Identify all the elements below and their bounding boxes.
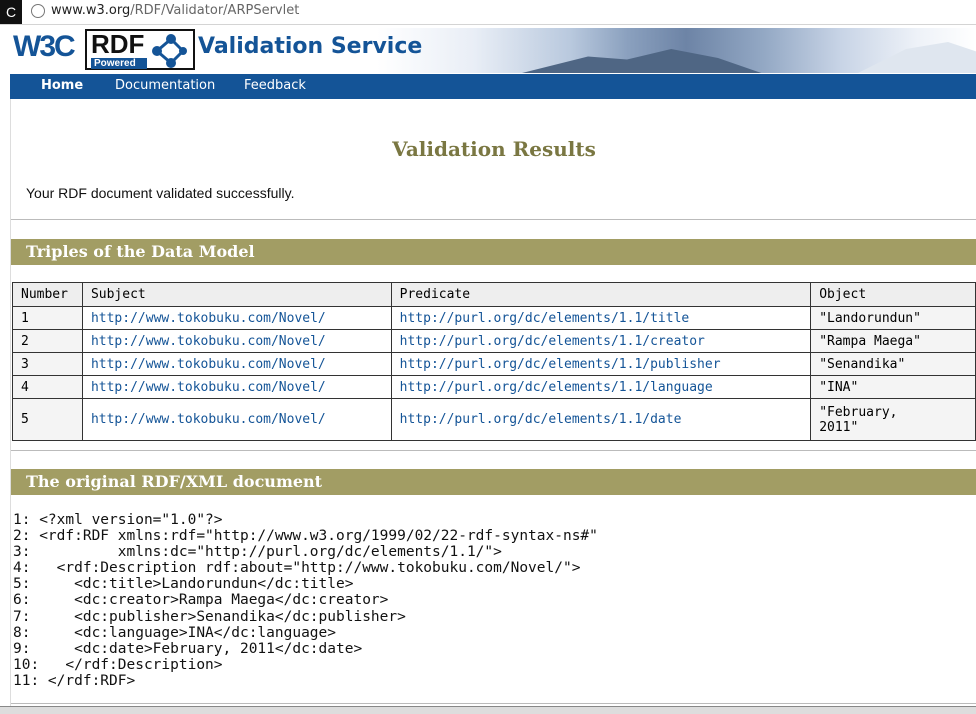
source-line: 3: xmlns:dc="http://purl.org/dc/elements… [13, 544, 502, 561]
mountain-graphic [510, 49, 770, 73]
globe-icon [31, 4, 45, 18]
cell-object: "February, 2011" [810, 398, 976, 441]
divider [11, 703, 976, 704]
source-line: 6: <dc:creator>Rampa Maega</dc:creator> [13, 592, 389, 609]
table-row: 2 http://www.tokobuku.com/Novel/ http://… [12, 329, 976, 353]
source-line: 7: <dc:publisher>Senandika</dc:publisher… [13, 608, 406, 625]
table-header-row: Number Subject Predicate Object [12, 282, 976, 307]
cell-number: 2 [12, 329, 83, 353]
cell-number: 5 [12, 398, 83, 441]
cell-subject-link[interactable]: http://www.tokobuku.com/Novel/ [81, 306, 392, 330]
divider [11, 450, 976, 451]
source-line: 1: <?xml version="1.0"?> [13, 512, 223, 528]
source-line: 2: <rdf:RDF xmlns:rdf="http://www.w3.org… [13, 528, 598, 545]
nav-feedback[interactable]: Feedback [244, 78, 306, 93]
cell-subject-link[interactable]: http://www.tokobuku.com/Novel/ [81, 352, 392, 376]
header-banner: W3C RDF Powered Validation Service [10, 28, 976, 73]
triples-heading: Triples of the Data Model [26, 242, 255, 261]
cell-object: "INA" [810, 375, 976, 399]
nav-home[interactable]: Home [41, 78, 83, 93]
cell-subject-link[interactable]: http://www.tokobuku.com/Novel/ [81, 329, 392, 353]
rdf-logo-text: RDF [91, 29, 145, 59]
cell-object: "Landorundun" [810, 306, 976, 330]
source-line: 8: <dc:language>INA</dc:language> [13, 624, 337, 641]
header-subject: Subject [81, 282, 392, 307]
rdf-graph-icon [152, 34, 187, 68]
original-heading: The original RDF/XML document [26, 472, 323, 491]
table-row: 1 http://www.tokobuku.com/Novel/ http://… [12, 306, 976, 330]
address-bar: C www.w3.org/RDF/Validator/ARPServlet [0, 0, 976, 25]
triples-table: Number Subject Predicate Object 1 http:/… [12, 282, 976, 441]
source-line: 5: <dc:title>Landorundun</dc:title> [13, 576, 354, 593]
cell-object: "Rampa Maega" [810, 329, 976, 353]
source-line: 4: <rdf:Description rdf:about="http://ww… [13, 560, 581, 577]
cell-predicate-link[interactable]: http://purl.org/dc/elements/1.1/publishe… [390, 352, 812, 376]
cell-subject-link[interactable]: http://www.tokobuku.com/Novel/ [81, 398, 392, 441]
reload-icon[interactable]: C [0, 0, 22, 24]
w3c-logo[interactable]: W3C [13, 30, 76, 64]
page-title: Validation Results [392, 137, 596, 161]
cell-number: 4 [12, 375, 83, 399]
source-line: 10: </rdf:Description> [13, 656, 223, 673]
url-field[interactable]: www.w3.org/RDF/Validator/ARPServlet [51, 3, 299, 18]
source-line: 9: <dc:date>February, 2011</dc:date> [13, 640, 363, 657]
header-object: Object [810, 282, 976, 307]
nav-documentation[interactable]: Documentation [115, 78, 215, 93]
cell-predicate-link[interactable]: http://purl.org/dc/elements/1.1/date [390, 398, 812, 441]
cell-subject-link[interactable]: http://www.tokobuku.com/Novel/ [81, 375, 392, 399]
cell-object: "Senandika" [810, 352, 976, 376]
cell-predicate-link[interactable]: http://purl.org/dc/elements/1.1/title [390, 306, 812, 330]
header-number: Number [12, 282, 83, 307]
url-host: www.w3.org [51, 3, 131, 18]
rdf-powered-logo[interactable]: RDF Powered [85, 29, 195, 70]
main-nav: Home Documentation Feedback [10, 74, 976, 99]
rdf-source-listing: 1: <?xml version="1.0"?> 2: <rdf:RDF xmln… [13, 512, 598, 689]
mountain-graphic-2 [850, 42, 976, 73]
header-predicate: Predicate [390, 282, 812, 307]
table-row: 3 http://www.tokobuku.com/Novel/ http://… [12, 352, 976, 376]
divider [11, 219, 976, 220]
source-line: 11: </rdf:RDF> [13, 672, 136, 689]
status-message: Your RDF document validated successfully… [26, 185, 295, 201]
rdf-logo-sub: Powered [91, 58, 147, 69]
table-row: 4 http://www.tokobuku.com/Novel/ http://… [12, 375, 976, 399]
url-path: /RDF/Validator/ARPServlet [130, 3, 300, 18]
service-title: Validation Service [198, 34, 423, 59]
cell-number: 1 [12, 306, 83, 330]
content-area: Validation Results Your RDF document val… [10, 99, 976, 713]
triples-section-bar: Triples of the Data Model [11, 239, 976, 265]
table-row: 5 http://www.tokobuku.com/Novel/ http://… [12, 398, 976, 441]
cell-predicate-link[interactable]: http://purl.org/dc/elements/1.1/creator [390, 329, 812, 353]
original-section-bar: The original RDF/XML document [11, 469, 976, 495]
cell-number: 3 [12, 352, 83, 376]
cell-predicate-link[interactable]: http://purl.org/dc/elements/1.1/language [390, 375, 812, 399]
